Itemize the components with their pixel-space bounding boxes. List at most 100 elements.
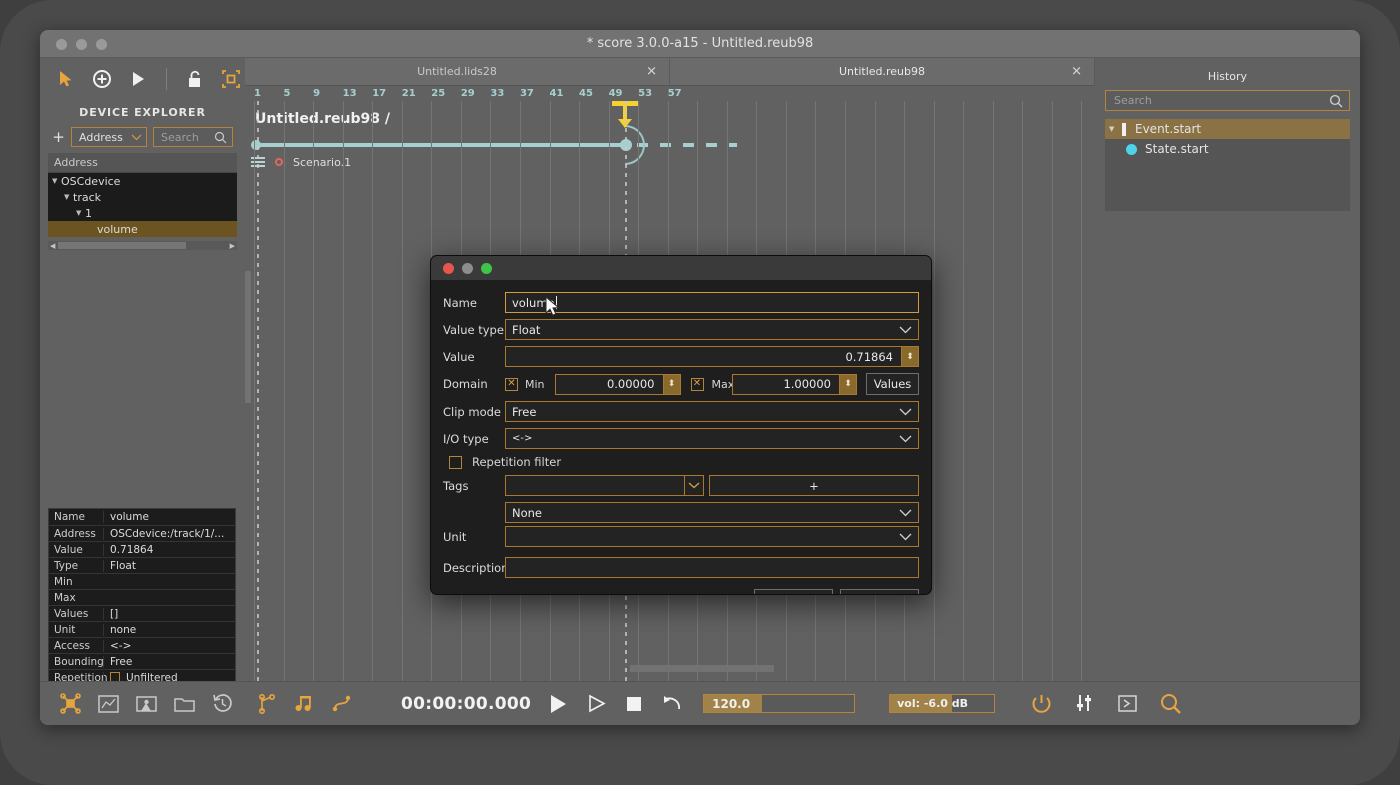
min-enabled-checkbox[interactable]: ✕ [505,377,518,391]
scenario-icon[interactable] [60,693,81,714]
chevron-down-icon[interactable]: ▼ [1109,125,1122,133]
max-enabled-checkbox[interactable]: ✕ [690,377,704,391]
dialog-title-bar [431,256,931,280]
tab-untitled-reub98[interactable]: Untitled.reub98 ✕ [670,58,1095,85]
select-arrow-icon[interactable] [56,69,76,89]
cancel-button[interactable]: Cancel [754,589,833,594]
tree-item-oscdevice[interactable]: ▼ OSCdevice [48,173,237,189]
repetition-checkbox[interactable] [110,671,120,682]
dialog-traffic-lights[interactable] [443,263,492,274]
ruler-tick-label: 9 [313,88,321,99]
tags-row: Tags + [443,475,919,496]
play-icon[interactable] [128,69,148,89]
tags-select[interactable] [505,475,685,496]
power-icon[interactable] [1031,693,1052,714]
max-input[interactable]: 1.00000 [731,373,840,395]
history-list[interactable]: ▼ Event.start State.start [1105,119,1350,211]
device-tree-body[interactable]: ▼ OSCdevice ▼ track ▼ 1 volume [48,173,237,237]
history-item-state-start[interactable]: State.start [1105,139,1350,159]
automation-curve-icon[interactable] [98,694,119,713]
timecode-display: 00:00:00.000 [401,693,532,714]
scrollbar-thumb[interactable] [58,242,186,249]
curve-icon[interactable] [332,693,353,714]
play-icon[interactable] [551,694,567,713]
canvas-vscrollbar[interactable] [245,271,251,403]
chevron-down-icon[interactable]: ▼ [64,193,73,201]
device-search-input[interactable]: Search [153,127,233,147]
value-stepper[interactable]: ⬍ [902,346,919,367]
history-search-input[interactable]: Search [1105,90,1350,111]
console-icon[interactable] [1117,694,1138,713]
tree-item-track[interactable]: ▼ track [48,189,237,205]
tab-label: Untitled.reub98 [838,65,925,78]
max-stepper[interactable]: ⬍ [840,373,857,395]
property-key: Bounding [54,655,104,668]
tab-untitled-lids28[interactable]: Untitled.lids28 ✕ [245,58,670,85]
timeline-ruler[interactable]: 1 5 9 13 17 21 25 29 33 37 41 45 49 53 57 [245,85,1095,101]
history-clock-icon[interactable] [212,693,233,714]
table-row: Max [49,589,235,605]
value-type-select[interactable]: Float [505,319,919,340]
close-icon[interactable]: ✕ [646,64,657,79]
name-input[interactable]: volume [505,292,919,313]
property-value: volume [103,511,235,523]
tab-label: Untitled.lids28 [417,65,497,78]
scenario-tree-icon[interactable] [258,693,277,715]
chevron-down-icon[interactable]: ▼ [76,209,85,217]
time-interval-bar[interactable] [251,140,625,150]
io-type-row: I/O type <-> [443,428,919,449]
search-icon[interactable] [1160,693,1182,715]
values-button[interactable]: Values [866,373,919,395]
play-outline-icon[interactable] [587,694,606,713]
stop-icon[interactable] [627,696,642,711]
dialog-minimize-button[interactable] [462,263,473,274]
value-label: Value [443,349,475,364]
tags-dropdown-button[interactable] [685,475,704,496]
min-stepper[interactable]: ⬍ [663,373,681,395]
description-input[interactable] [505,557,919,578]
unit-row: None [443,502,919,523]
dialog-maximize-button[interactable] [481,263,492,274]
scenario-row[interactable]: Scenario.1 [251,153,1095,171]
history-search-placeholder: Search [1114,94,1152,107]
tree-item-volume[interactable]: volume [48,221,237,237]
unit-sub-select[interactable] [505,526,919,547]
canvas-hscrollbar[interactable] [630,665,774,672]
repetition-filter-checkbox[interactable] [449,455,462,469]
tree-item-1[interactable]: ▼ 1 [48,205,237,221]
ruler-tick-label: 45 [579,88,593,99]
repetition-filter-row[interactable]: Repetition filter [443,455,919,469]
scroll-right-arrow-icon[interactable]: ▶ [230,242,235,250]
add-device-button[interactable]: + [52,128,65,146]
min-input[interactable]: 0.00000 [555,373,664,395]
folder-icon[interactable] [174,695,195,713]
unlock-icon[interactable] [185,69,205,89]
history-item-event-start[interactable]: ▼ Event.start [1105,119,1350,139]
clip-mode-select[interactable]: Free [505,401,919,422]
image-icon[interactable] [136,695,157,713]
tags-add-label: + [809,478,819,493]
address-filter-value: Address [79,130,123,144]
dialog-close-button[interactable] [443,263,454,274]
clip-mode-value: Free [512,404,537,419]
music-note-icon[interactable] [294,693,315,714]
fit-view-icon[interactable] [221,69,241,89]
tempo-slider[interactable]: 120.0 [703,694,856,713]
value-input[interactable]: 0.71864 [505,346,902,367]
property-value: <-> [103,639,235,652]
min-input-value: 0.00000 [606,377,655,391]
master-volume-slider[interactable]: vol: -6.0 dB [889,694,996,713]
device-tree-hscrollbar[interactable]: ◀ ▶ [48,241,237,250]
io-type-select[interactable]: <-> [505,428,919,449]
close-icon[interactable]: ✕ [1071,64,1082,79]
address-filter-select[interactable]: Address [71,127,147,147]
rewind-icon[interactable] [662,695,683,712]
mixer-icon[interactable] [1074,693,1095,714]
tags-add-button[interactable]: + [709,475,919,496]
ok-button[interactable]: OK [840,589,919,594]
unit-select[interactable]: None [505,502,919,523]
scroll-left-arrow-icon[interactable]: ◀ [50,242,55,250]
chevron-down-icon[interactable]: ▼ [52,177,61,185]
add-node-icon[interactable] [92,69,112,89]
property-key: Address [54,527,96,540]
